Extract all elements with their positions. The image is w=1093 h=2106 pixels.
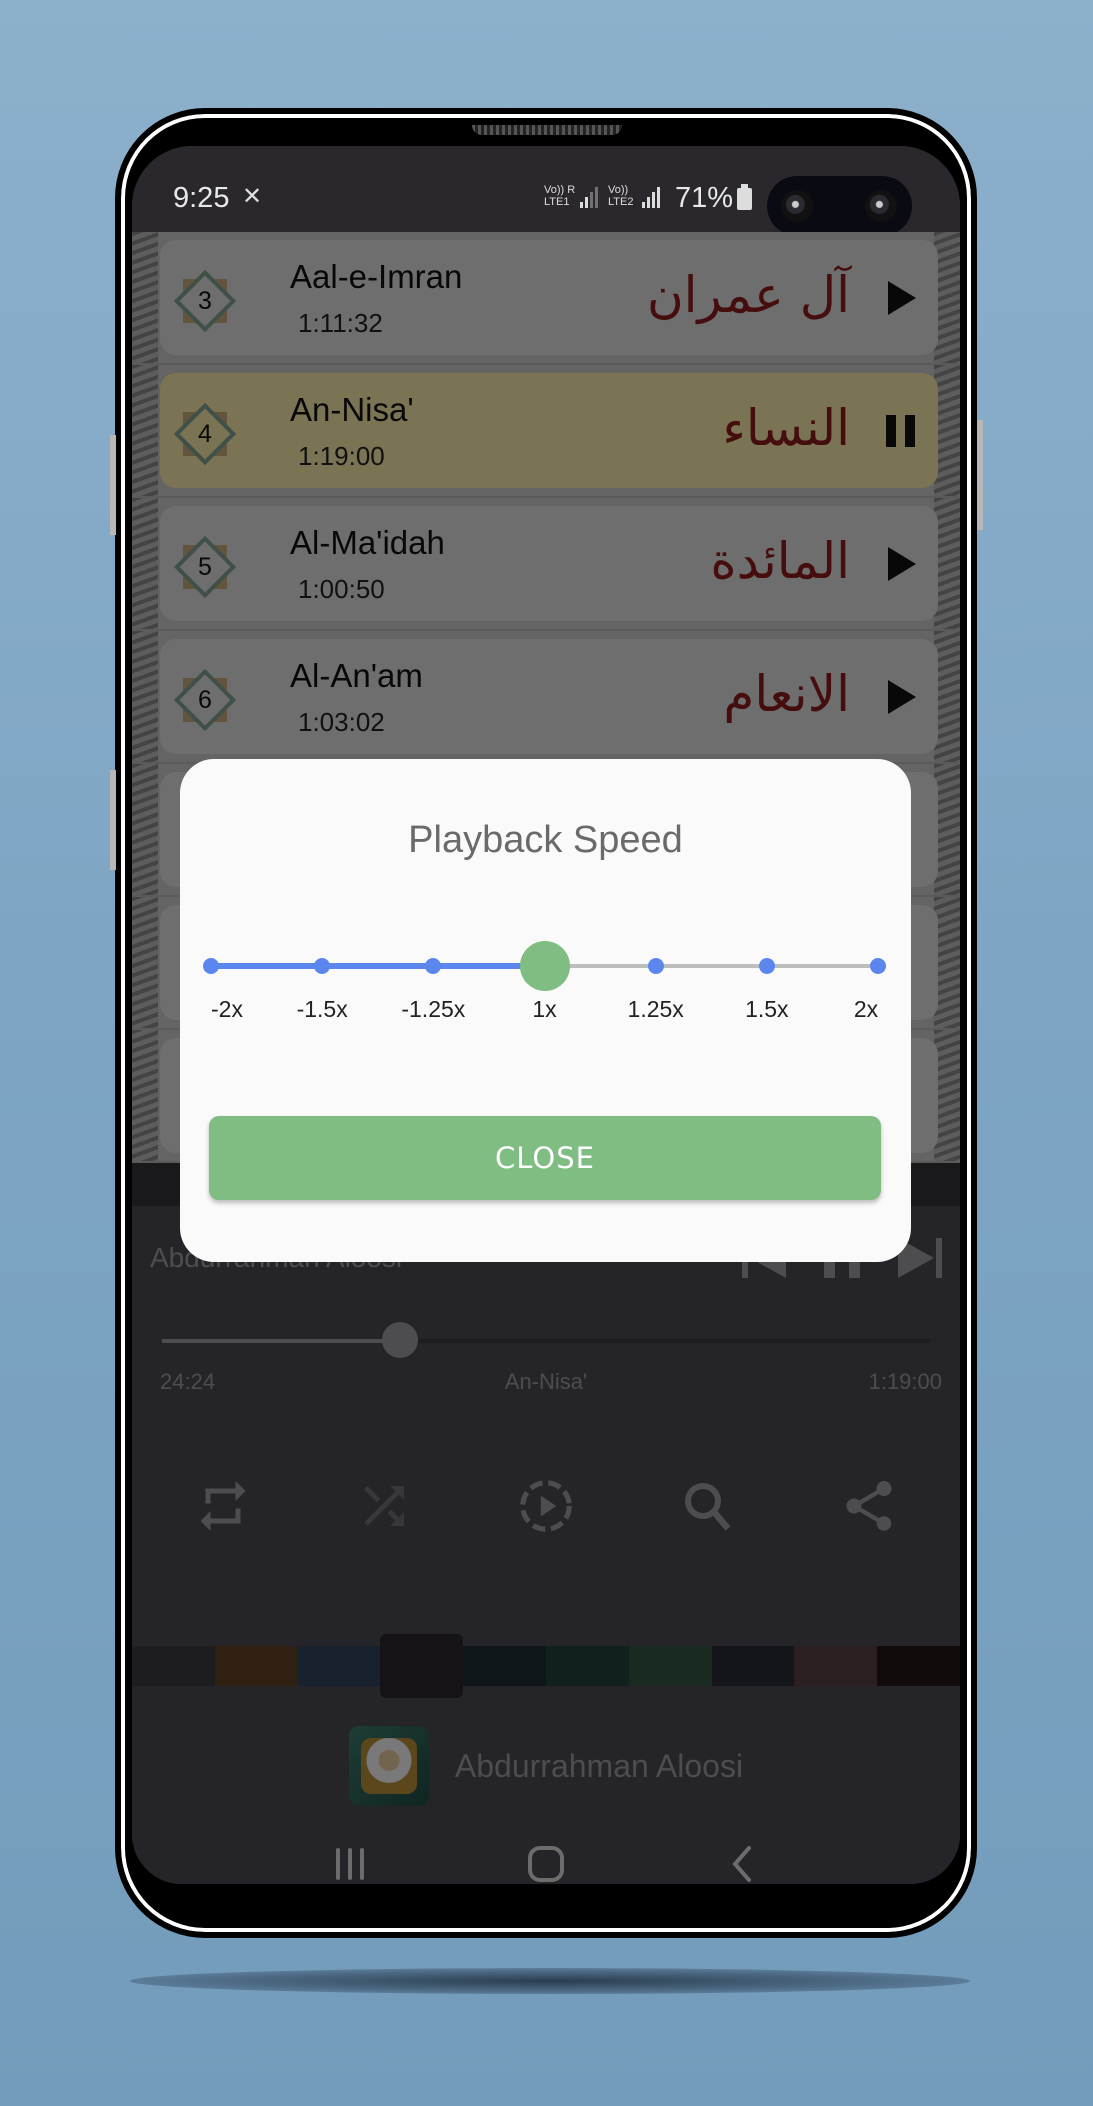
speed-tick[interactable]	[425, 958, 442, 974]
camera-lens-icon	[865, 190, 897, 222]
speed-label: -1.5x	[296, 996, 348, 1022]
sim1-volte: Vo)) R	[544, 184, 576, 196]
earpiece-speaker	[472, 125, 622, 135]
power-button	[977, 420, 983, 530]
sim1-lte: LTE1	[544, 196, 570, 208]
speed-label: -2x	[211, 996, 243, 1022]
speed-label: 1.25x	[627, 996, 684, 1022]
speed-slider-thumb[interactable]	[519, 941, 570, 991]
bixby-button	[110, 770, 116, 870]
sim2-lte: LTE2	[608, 196, 634, 208]
sim2-signal-icon	[642, 186, 660, 208]
volume-button	[110, 435, 116, 535]
sim2-label: Vo)) LTE2	[608, 184, 633, 208]
speed-tick[interactable]	[647, 958, 664, 974]
close-button[interactable]: CLOSE	[209, 1116, 881, 1200]
speed-tick[interactable]	[870, 958, 886, 974]
speed-label: 1.5x	[745, 996, 789, 1022]
slider-track-active	[211, 963, 545, 969]
camera-lens-icon	[781, 190, 813, 222]
sim1-label: Vo)) R LTE1	[544, 184, 575, 208]
front-camera	[767, 176, 912, 236]
sim1-signal-icon	[580, 186, 598, 208]
status-time: 9:25	[173, 182, 230, 214]
speed-tick[interactable]	[758, 958, 775, 974]
speed-label: 1x	[532, 996, 557, 1022]
battery-percent: 71%	[675, 182, 734, 214]
playback-speed-dialog: Playback Speed -2x -1.5x -1.25x 1x 1.25x 1.5x…	[180, 759, 911, 1262]
battery-icon	[737, 184, 752, 210]
speed-tick[interactable]	[314, 958, 331, 974]
speed-label: -1.25x	[401, 996, 466, 1022]
speed-label: 2x	[853, 996, 879, 1022]
phone-shadow	[130, 1968, 970, 1994]
speed-tick[interactable]	[203, 958, 219, 974]
dialog-title: Playback Speed	[408, 819, 683, 861]
sim2-volte: Vo))	[608, 184, 629, 196]
quran-reader-icon: ✕	[242, 183, 263, 210]
status-bar: 9:25 ✕ Vo)) R LTE1 Vo)) LTE2 71%	[132, 146, 960, 236]
